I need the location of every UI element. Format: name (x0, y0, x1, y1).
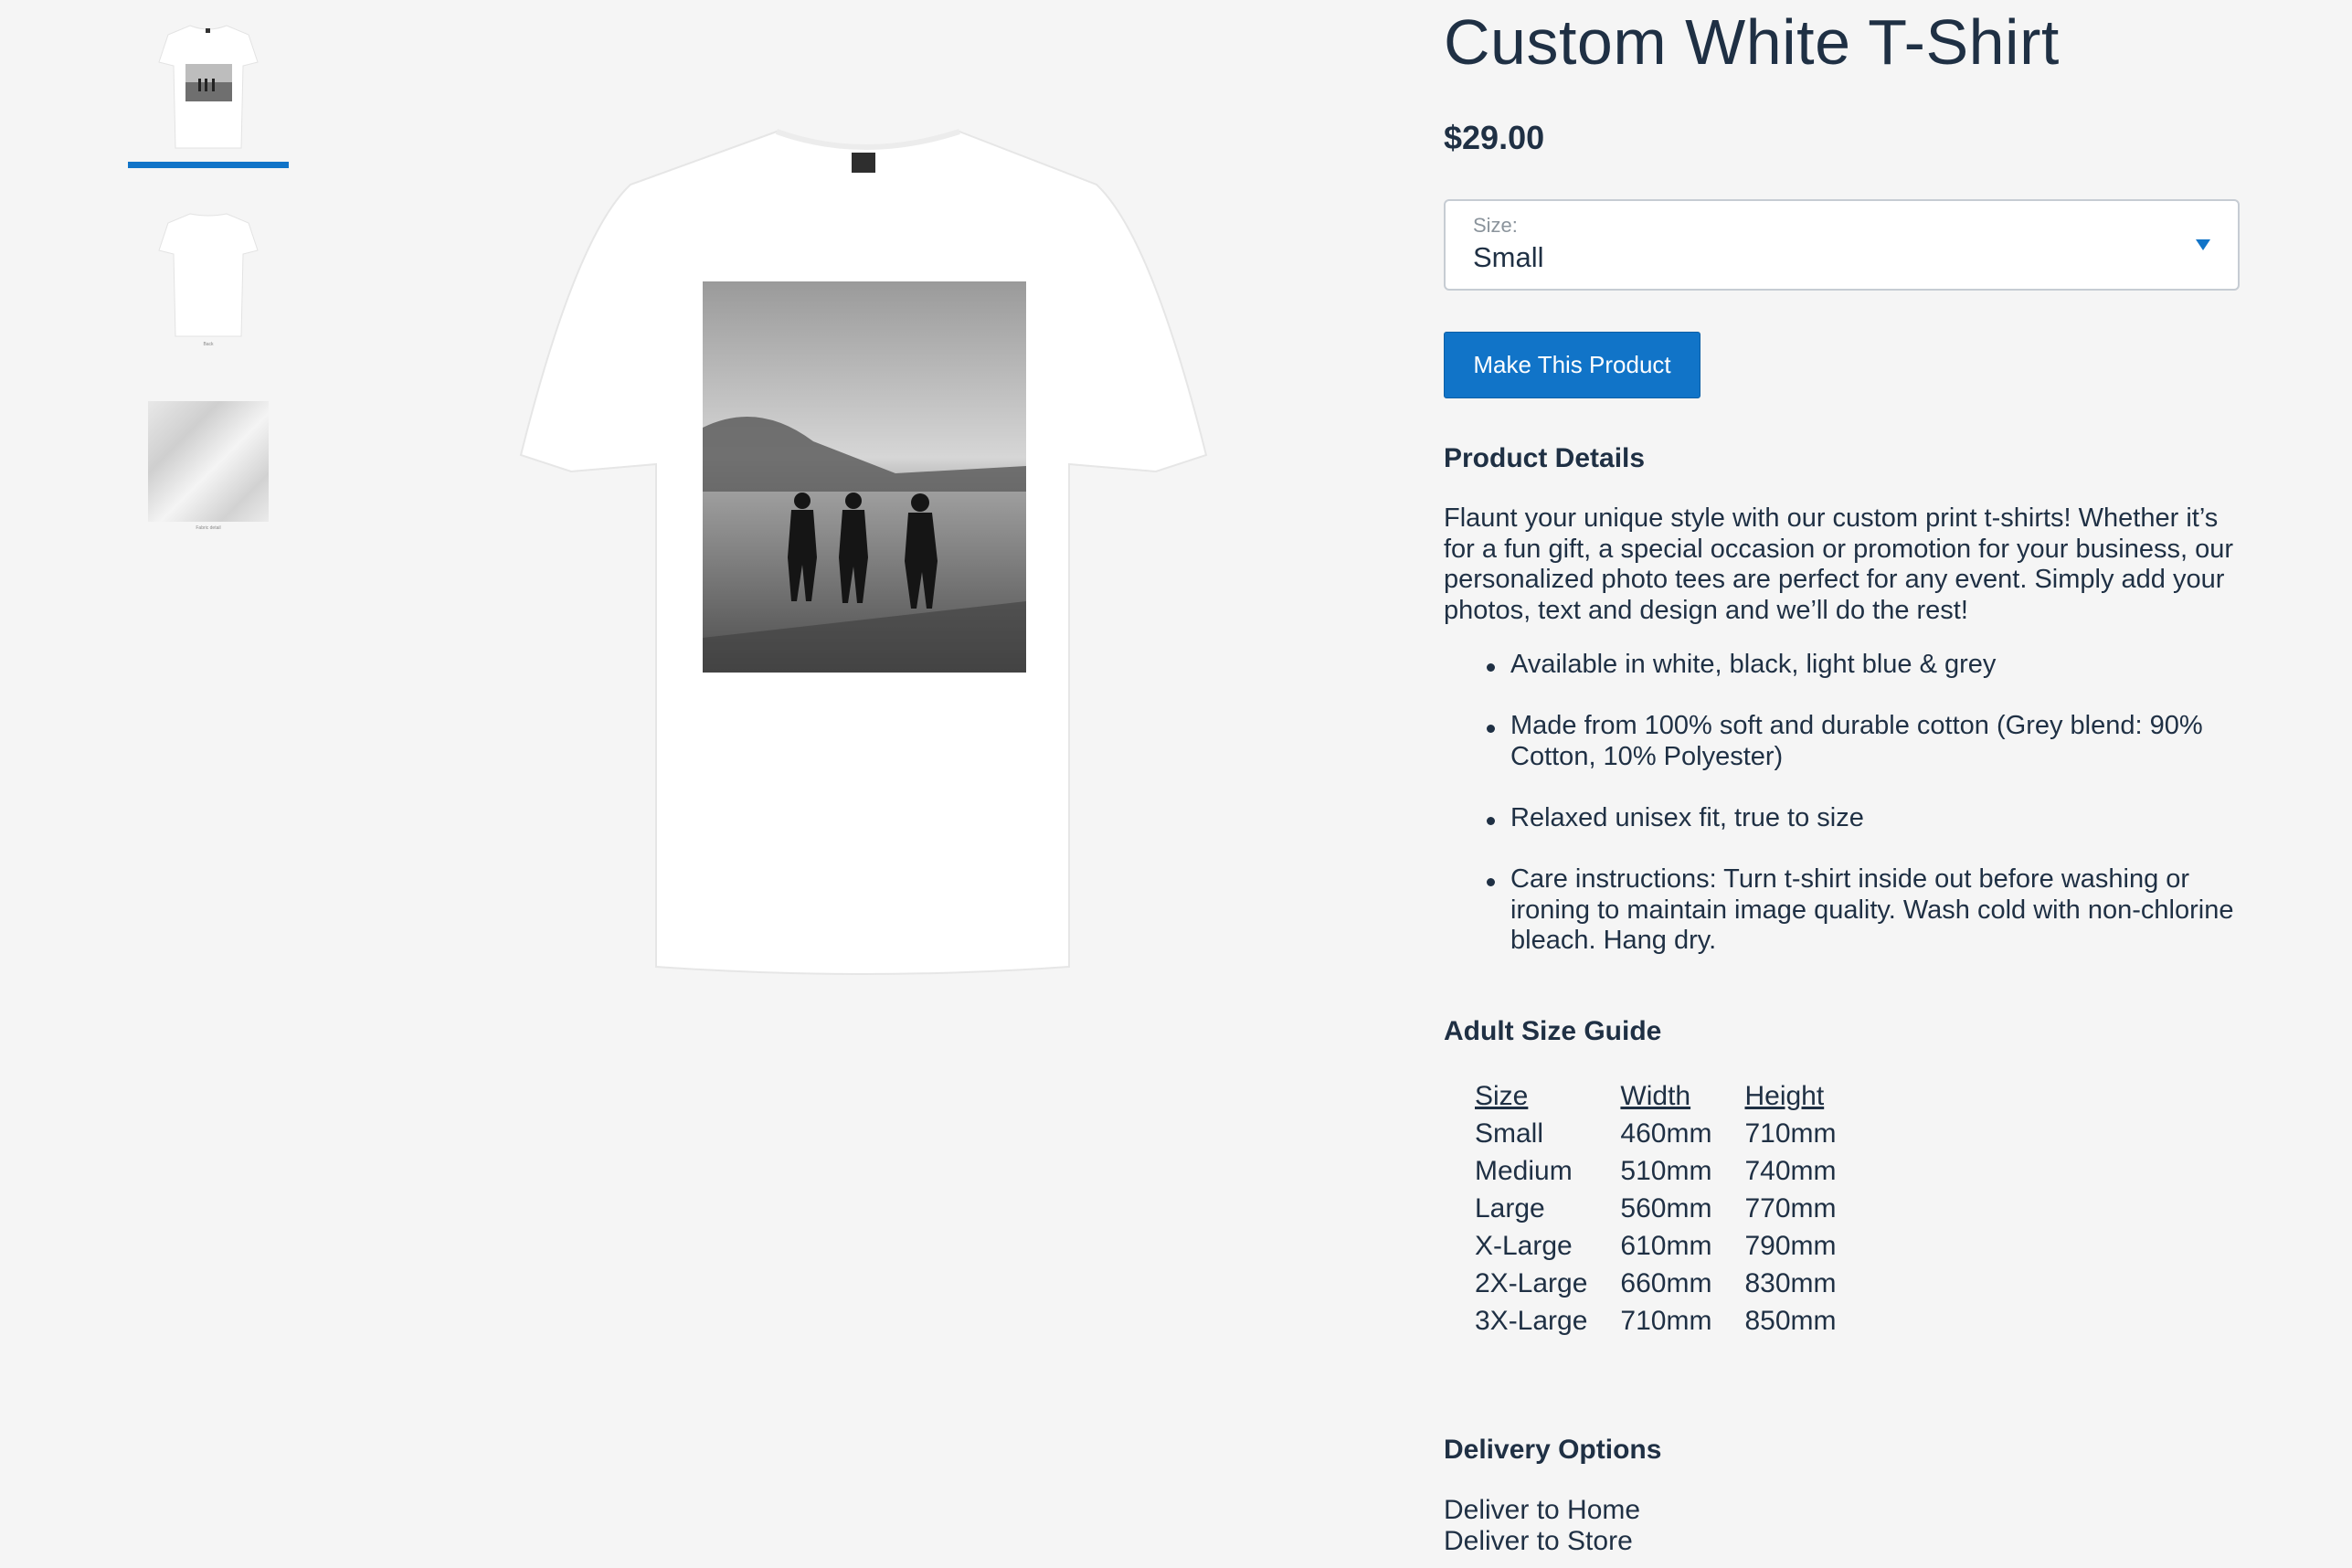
size-cell: 2X-Large (1475, 1267, 1588, 1298)
list-item: Relaxed unisex fit, true to size (1487, 803, 2241, 834)
delivery-options-list: Deliver to Home Deliver to Store (1444, 1495, 1640, 1557)
delivery-option-store: Deliver to Store (1444, 1526, 1633, 1556)
table-row: 2X-Large 660mm 830mm (1475, 1265, 1870, 1302)
size-select-value: Small (1473, 241, 1544, 273)
height-cell: 790mm (1744, 1230, 1837, 1261)
size-cell: Small (1475, 1118, 1544, 1149)
width-cell: 710mm (1620, 1305, 1712, 1336)
table-header-row: Size Width Height (1475, 1078, 1870, 1115)
tee-front-thumbnail-image (157, 22, 260, 150)
product-details-heading: Product Details (1444, 443, 1646, 473)
thumbnail-front[interactable] (128, 22, 289, 150)
delivery-options-heading: Delivery Options (1444, 1435, 1662, 1465)
size-guide-heading: Adult Size Guide (1444, 1016, 1662, 1046)
size-select-label: Size: (1473, 214, 1518, 237)
size-select[interactable]: Size: Small (1444, 199, 2240, 291)
height-cell: 740mm (1744, 1155, 1837, 1186)
width-cell: 560mm (1620, 1192, 1712, 1224)
table-row: Medium 510mm 740mm (1475, 1152, 1870, 1190)
width-cell: 610mm (1620, 1230, 1712, 1261)
size-cell: Medium (1475, 1155, 1573, 1186)
product-price: $29.00 (1444, 119, 1545, 156)
product-details-paragraph: Flaunt your unique style with our custom… (1444, 503, 2233, 625)
list-item: Care instructions: Turn t-shirt inside o… (1487, 864, 2241, 957)
height-cell: 850mm (1744, 1305, 1837, 1336)
table-row: Large 560mm 770mm (1475, 1190, 1870, 1227)
table-row: Small 460mm 710mm (1475, 1115, 1870, 1152)
size-cell: Large (1475, 1192, 1545, 1224)
list-item: Made from 100% soft and durable cotton (… (1487, 711, 2241, 772)
product-title: Custom White T-Shirt (1444, 6, 2060, 78)
size-guide-table: Size Width Height Small 460mm 710mm Medi… (1475, 1078, 1870, 1340)
list-item: Available in white, black, light blue & … (1487, 650, 2241, 681)
size-cell: X-Large (1475, 1230, 1573, 1261)
tee-back-thumbnail-image (157, 210, 260, 338)
height-cell: 710mm (1744, 1118, 1837, 1149)
table-row: 3X-Large 710mm 850mm (1475, 1302, 1870, 1340)
width-cell: 460mm (1620, 1118, 1712, 1149)
chevron-down-icon (2196, 239, 2210, 250)
column-header-width: Width (1620, 1081, 1691, 1111)
thumbnail-back[interactable]: Back (128, 210, 289, 347)
main-product-image (512, 126, 1215, 976)
thumbnail-selected-indicator (128, 162, 289, 168)
column-header-height: Height (1744, 1081, 1825, 1111)
fabric-swatch-image (148, 401, 269, 522)
thumbnail-caption: Back (203, 342, 214, 347)
thumbnail-fabric[interactable]: Fabric detail (128, 401, 289, 531)
column-header-size: Size (1475, 1081, 1529, 1111)
make-this-product-button[interactable]: Make This Product (1444, 332, 1700, 398)
size-cell: 3X-Large (1475, 1305, 1588, 1336)
height-cell: 770mm (1744, 1192, 1837, 1224)
height-cell: 830mm (1744, 1267, 1837, 1298)
delivery-option-home: Deliver to Home (1444, 1495, 1641, 1525)
table-row: X-Large 610mm 790mm (1475, 1227, 1870, 1265)
thumbnail-caption: Fabric detail (196, 525, 221, 531)
width-cell: 660mm (1620, 1267, 1712, 1298)
width-cell: 510mm (1620, 1155, 1712, 1186)
